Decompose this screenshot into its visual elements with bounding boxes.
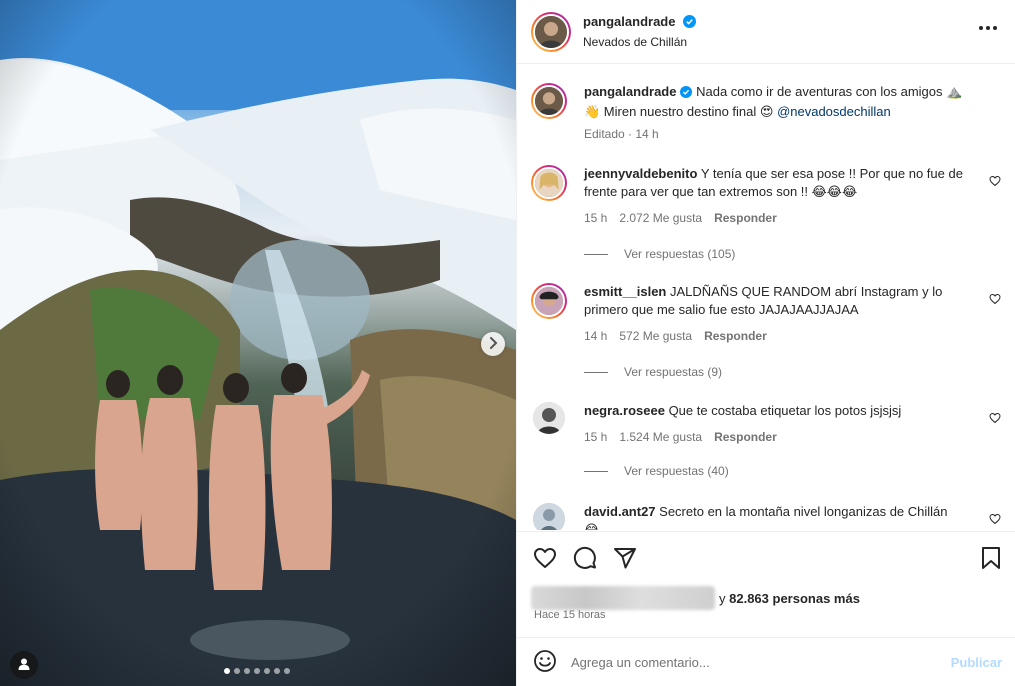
carousel-dot [244,668,250,674]
comment-time: 15 h [584,430,608,444]
carousel-dot [264,668,270,674]
view-replies-label: Ver respuestas (9) [624,365,723,379]
author-avatar[interactable] [531,83,567,119]
carousel-indicators [224,668,290,674]
comment-username[interactable]: david.ant27 [584,504,656,519]
comment-text: frente para ver que tan extremos son !! … [584,184,858,199]
reply-button[interactable]: Responder [714,430,777,444]
next-photo-button[interactable] [481,332,505,356]
caption-meta: Editado · 14 h [584,127,659,141]
post-details-panel: pangalandrade Nevados de Chillán pangala… [516,0,1015,686]
more-options-icon[interactable] [979,26,997,30]
post-header: pangalandrade Nevados de Chillán [517,0,1015,64]
comment-username[interactable]: esmitt__islen [584,284,666,299]
comment-time: 15 h [584,211,608,225]
post-timestamp[interactable]: Hace 15 horas [534,609,606,621]
comment-text: 😂 [584,522,600,530]
tagged-users-button[interactable] [10,651,38,679]
author-avatar[interactable] [531,11,571,52]
comment-time: 14 h [584,329,608,343]
comment-like-icon[interactable] [989,513,1001,528]
comment-like-icon[interactable] [989,412,1001,427]
carousel-dot [284,668,290,674]
carousel-dot [224,668,230,674]
comment-username[interactable]: negra.roseee [584,403,665,418]
emoji-icon[interactable] [533,649,557,676]
commenter-avatar[interactable] [531,165,567,201]
post-media[interactable] [0,0,516,686]
comment-like-icon[interactable] [989,175,1001,190]
comments-list[interactable]: pangalandrade Nada como ir de aventuras … [517,65,1015,530]
commenter-avatar[interactable] [533,503,565,530]
chevron-right-icon [488,336,498,353]
view-replies-label: Ver respuestas (105) [624,247,736,261]
author-username[interactable]: pangalandrade [583,14,675,29]
view-replies-button[interactable]: Ver respuestas (105) [584,247,735,261]
verified-badge-icon [683,14,697,33]
user-tag-icon [17,657,31,674]
post-location[interactable]: Nevados de Chillán [583,33,696,51]
comment-text: JALDÑAÑS QUE RANDOM abrí Instagram y lo [670,284,943,299]
comment-icon[interactable] [573,546,597,573]
comment-likes[interactable]: 572 Me gusta [619,329,692,343]
mention-link[interactable]: @nevadosdechillan [777,104,891,119]
comment-like-icon[interactable] [989,293,1001,308]
bookmark-icon[interactable] [980,546,1002,573]
comment-likes[interactable]: 2.072 Me gusta [619,211,702,225]
caption-text: 👋 Miren nuestro destino final 😍 [584,104,774,119]
comment-likes[interactable]: 1.524 Me gusta [619,430,702,444]
liked-by-blurred [531,586,715,610]
commenter-avatar[interactable] [533,402,565,434]
post-photo [0,0,516,686]
carousel-dot [234,668,240,674]
likes-connector: y [719,590,726,606]
comment-input[interactable] [571,654,921,670]
reply-button[interactable]: Responder [714,211,777,225]
view-replies-button[interactable]: Ver respuestas (9) [584,365,722,379]
view-replies-label: Ver respuestas (40) [624,464,729,478]
reply-button[interactable]: Responder [704,329,767,343]
publish-button[interactable]: Publicar [951,655,1002,670]
comment-text: Secreto en la montaña nivel longanizas d… [659,504,948,519]
add-comment-bar: Publicar [517,637,1015,686]
comment-text: Y tenía que ser esa pose !! Por que no f… [700,166,963,181]
caption-username[interactable]: pangalandrade [584,84,676,99]
comment-text: Que te costaba etiquetar los potos jsjsj… [668,403,902,418]
carousel-dot [254,668,260,674]
post-actions: y 82.863 personas más Hace 15 horas [517,531,1015,636]
heart-icon[interactable] [533,546,557,573]
commenter-avatar[interactable] [531,283,567,319]
likes-summary[interactable]: y 82.863 personas más [531,586,860,610]
share-icon[interactable] [613,546,637,573]
comment-username[interactable]: jeennyvaldebenito [584,166,697,181]
view-replies-button[interactable]: Ver respuestas (40) [584,464,729,478]
comment-text: primero que me salio fue esto JAJAJAAJJA… [584,302,859,317]
caption-text: Nada como ir de aventuras con los amigos… [696,84,963,99]
verified-badge-icon [680,85,693,103]
likes-count[interactable]: 82.863 personas más [729,591,860,606]
carousel-dot [274,668,280,674]
